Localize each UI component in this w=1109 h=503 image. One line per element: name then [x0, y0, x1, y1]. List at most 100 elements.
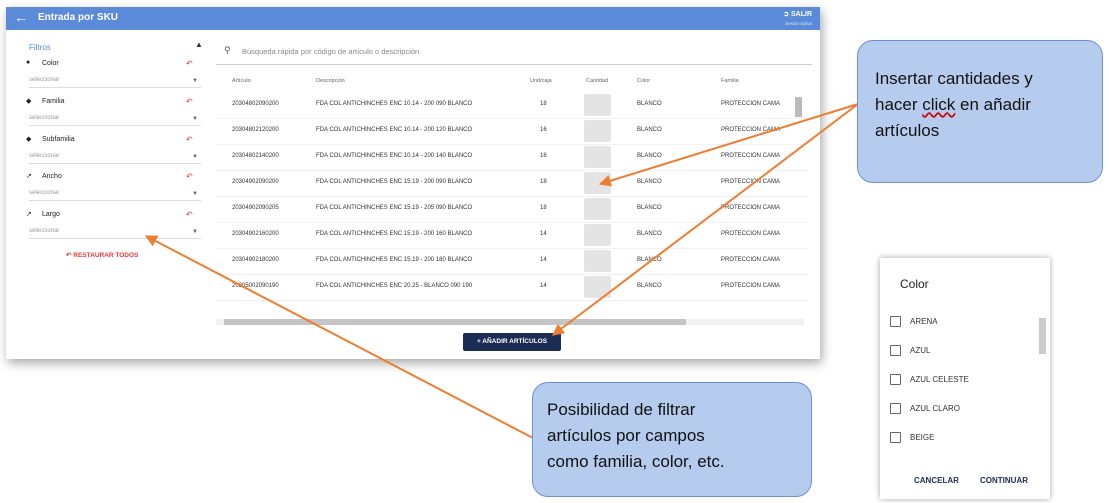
table-row: 20304802090200 FDA COL ANTICHINCHES ENC 1… [216, 92, 808, 119]
quantity-input[interactable] [584, 276, 611, 298]
table-header: Artículo Descripción Und/caja Cantidad C… [216, 70, 808, 92]
column-header[interactable]: Color [637, 78, 650, 84]
diagonal-arrow-icon: ↗ [26, 211, 32, 218]
filter-label: Subfamilia [42, 136, 75, 143]
table-row: 20304802140200 FDA COL ANTICHINCHES ENC 1… [216, 144, 808, 171]
undo-icon[interactable]: ↶ [186, 59, 193, 68]
page-title: Entrada por SKU [38, 12, 119, 23]
spellcheck-word: click [922, 95, 956, 114]
table-cell: 14 [540, 257, 547, 263]
filters-sidebar: Filtros ▲ ● Color ↶ seleccionar ▼ ◆ Fami… [6, 30, 206, 359]
filter-familia[interactable]: ◆ Familia ↶ seleccionar ▼ [6, 97, 206, 133]
filters-heading: Filtros [29, 43, 51, 52]
continue-button[interactable]: CONTINUAR [980, 476, 1028, 485]
table-cell: BLANCO [637, 283, 662, 289]
quantity-input[interactable] [584, 198, 611, 220]
callout-line: Insertar cantidades y [875, 69, 1033, 88]
chevron-down-icon[interactable]: ▼ [192, 154, 198, 160]
option-label: AZUL CLARO [910, 404, 960, 413]
table-cell: PROTECCION CAMA [721, 257, 781, 263]
filter-select[interactable]: seleccionar [29, 153, 59, 159]
quantity-input[interactable] [584, 172, 611, 194]
filter-label: Familia [42, 98, 65, 105]
undo-icon[interactable]: ↶ [186, 135, 193, 144]
divider [29, 163, 201, 164]
chevron-down-icon[interactable]: ▼ [192, 229, 198, 235]
cancel-button[interactable]: CANCELAR [914, 476, 959, 485]
column-header[interactable]: Artículo [232, 78, 251, 84]
add-articles-button[interactable]: + AÑADIR ARTÍCULOS [463, 333, 561, 351]
filter-select[interactable]: seleccionar [29, 115, 59, 121]
table-cell: 20304902090205 [232, 205, 279, 211]
filter-largo[interactable]: ↗ Largo ↶ seleccionar ▼ [6, 210, 206, 246]
restore-all-label: RESTAURAR TODOS [73, 252, 139, 259]
checkbox[interactable] [890, 403, 901, 414]
table-cell: 16 [540, 127, 547, 133]
chevron-down-icon[interactable]: ▼ [192, 191, 198, 197]
table-cell: BLANCO [637, 257, 662, 263]
logout-button[interactable]: ➲ SALIR [783, 10, 812, 18]
column-header[interactable]: Descripción [316, 78, 345, 84]
table-row: 20304902180200 FDA COL ANTICHINCHES ENC 1… [216, 248, 808, 275]
filter-ancho[interactable]: ↗ Ancho ↶ seleccionar ▼ [6, 172, 206, 208]
divider [29, 125, 201, 126]
search-bar[interactable]: ⚲ Búsqueda rápida por código de artículo… [216, 40, 812, 65]
collapse-icon[interactable]: ▲ [195, 40, 203, 49]
quantity-input[interactable] [584, 120, 611, 142]
restore-all-button[interactable]: ↶ RESTAURAR TODOS [66, 251, 138, 259]
table-cell: 20305002090190 [232, 283, 279, 289]
undo-icon[interactable]: ↶ [186, 210, 193, 219]
table-cell: BLANCO [637, 231, 662, 237]
table-cell: 18 [540, 101, 547, 107]
filter-subfamilia[interactable]: ◆ Subfamilia ↶ seleccionar ▼ [6, 135, 206, 171]
filter-select[interactable]: seleccionar [29, 190, 59, 196]
chevron-down-icon[interactable]: ▼ [192, 78, 198, 84]
table-cell: BLANCO [637, 101, 662, 107]
undo-icon[interactable]: ↶ [186, 172, 193, 181]
diamond-icon: ◆ [26, 98, 32, 105]
filter-color[interactable]: ● Color ↶ seleccionar ▼ [6, 59, 206, 95]
quantity-input[interactable] [584, 146, 611, 168]
option-label: AZUL CELESTE [910, 375, 969, 384]
table-cell: PROTECCION CAMA [721, 179, 781, 185]
scrollbar-thumb[interactable] [224, 319, 686, 325]
instruction-callout-filters: Posibilidad de filtrar artículos por cam… [532, 382, 812, 497]
filter-select[interactable]: seleccionar [29, 228, 59, 234]
column-header[interactable]: Familia [721, 78, 739, 84]
table-cell: 20304802090200 [232, 101, 279, 107]
table-cell: 18 [540, 205, 547, 211]
back-arrow-icon[interactable]: ← [14, 9, 28, 25]
search-icon: ⚲ [224, 45, 231, 55]
column-header[interactable]: Cantidad [586, 78, 608, 84]
table-cell: PROTECCION CAMA [721, 127, 781, 133]
articles-table: Artículo Descripción Und/caja Cantidad C… [216, 70, 808, 322]
table-cell: PROTECCION CAMA [721, 205, 781, 211]
quantity-input[interactable] [584, 224, 611, 246]
divider [29, 87, 201, 88]
table-cell: 14 [540, 283, 547, 289]
search-input[interactable]: Búsqueda rápida por código de artículo o… [242, 47, 419, 56]
quantity-input[interactable] [584, 94, 611, 116]
dialog-scrollbar[interactable] [1039, 318, 1046, 354]
callout-line: como familia, color, etc. [547, 452, 725, 471]
checkbox[interactable] [890, 316, 901, 327]
checkbox[interactable] [890, 345, 901, 356]
table-cell: FDA COL ANTICHINCHES ENC 20.25 - BLANCO … [316, 283, 473, 289]
undo-icon[interactable]: ↶ [186, 97, 193, 106]
callout-line-text: hacer click en añadir [875, 95, 1031, 114]
horizontal-scrollbar[interactable] [216, 319, 804, 325]
checkbox[interactable] [890, 432, 901, 443]
diamond-icon: ◆ [26, 136, 32, 143]
instruction-callout-quantities: Insertar cantidades y hacer click en aña… [857, 40, 1103, 183]
filter-select[interactable]: seleccionar [29, 77, 59, 83]
vertical-scrollbar[interactable] [795, 97, 802, 117]
quantity-input[interactable] [584, 250, 611, 272]
chevron-down-icon[interactable]: ▼ [192, 116, 198, 122]
table-row: 20304902090200 FDA COL ANTICHINCHES ENC 1… [216, 170, 808, 197]
session-status: Sesión activa [785, 21, 812, 26]
table-cell: FDA COL ANTICHINCHES ENC 10.14 - 200 090… [316, 101, 473, 107]
checkbox[interactable] [890, 374, 901, 385]
column-header[interactable]: Und/caja [530, 78, 552, 84]
filter-label: Largo [42, 211, 60, 218]
table-cell: FDA COL ANTICHINCHES ENC 15.19 - 200 180… [316, 257, 473, 263]
